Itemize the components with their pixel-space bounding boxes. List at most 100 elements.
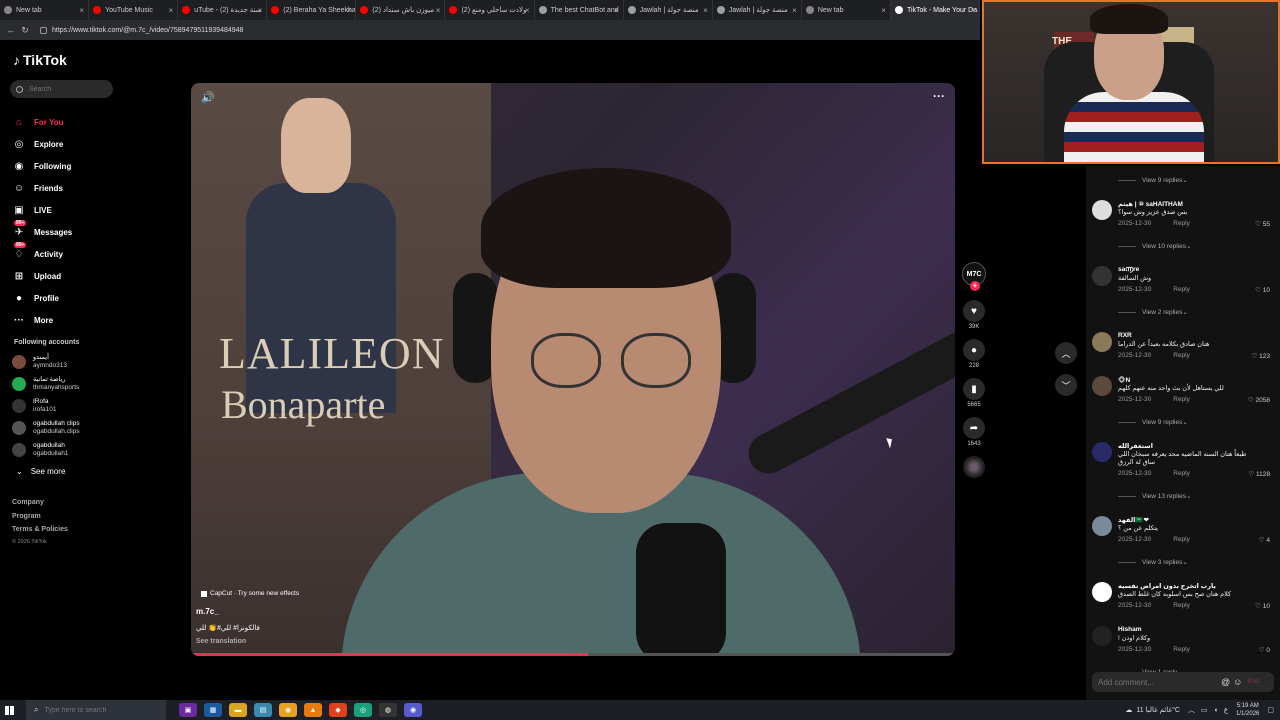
obs-icon[interactable]: ◍ [379,703,397,717]
footer-program-link[interactable]: Program [12,513,41,520]
commenter-avatar[interactable] [1092,516,1112,536]
reply-button[interactable]: Reply [1173,470,1190,477]
following-account[interactable]: أيمندو aymndo313 [12,352,67,372]
following-account[interactable]: ogabdullah ogabdullah1 [12,440,68,460]
weather-text[interactable]: غائم غالبا 11°C [1136,706,1180,714]
reply-button[interactable]: Reply [1173,352,1190,359]
url-field[interactable]: https://www.tiktok.com/@m.7c_/video/7589… [40,26,243,34]
add-comment-bar[interactable]: @ ☺ Post [1092,672,1274,692]
comment-like-button[interactable]: ♡ 2058 [1248,396,1270,404]
close-tab-icon[interactable]: × [258,6,263,15]
notifications-icon[interactable]: ▢ [1267,706,1274,714]
more-options-icon[interactable]: ··· [933,89,945,103]
commenter-name[interactable]: RXR [1118,332,1132,339]
browser-tab[interactable]: TikTok - Make Your Da × [890,0,980,20]
edge-icon[interactable]: ◎ [354,703,372,717]
browser-tab[interactable]: The best ChatBot and × [535,0,624,20]
commenter-name[interactable]: الفهد🇸🇦❤ [1118,516,1149,524]
view-replies-button[interactable]: View 13 replies ⌄ [1118,492,1191,500]
close-tab-icon[interactable]: × [703,6,708,15]
comment-like-button[interactable]: ♡ 55 [1255,220,1270,228]
url-text[interactable]: https://www.tiktok.com/@m.7c_/video/7589… [52,27,243,34]
save-button[interactable]: ▮ 5665 [960,378,988,408]
comment-like-button[interactable]: ♡ 10 [1255,602,1270,610]
brave-icon[interactable]: ◆ [329,703,347,717]
close-tab-icon[interactable]: × [436,6,441,15]
tiktok-logo[interactable]: ♪ TikTok [13,52,67,68]
post-button[interactable]: Post [1247,679,1259,685]
back-icon[interactable]: ← [4,25,18,35]
commenter-avatar[interactable] [1092,266,1112,286]
notepad-icon[interactable]: ▤ [254,703,272,717]
video-progress-bar[interactable] [191,653,955,656]
previous-video-button[interactable]: ︿ [1055,342,1077,364]
view-replies-button[interactable]: View 3 replies ⌄ [1118,558,1188,566]
following-account[interactable]: ogabdullah clips ogabdullah.clips [12,418,80,438]
close-tab-icon[interactable]: × [79,6,84,15]
close-tab-icon[interactable]: × [970,6,975,15]
add-comment-input[interactable] [1098,677,1218,687]
search-input[interactable] [29,85,99,93]
browser-tab[interactable]: (2) ولادت ساحلي ومنع × [445,0,535,20]
comment-like-button[interactable]: ♡ 0 [1259,646,1270,654]
folder-icon[interactable]: ▬ [229,703,247,717]
nav-item-profile[interactable]: ● Profile [12,290,59,306]
browser-tab[interactable]: uTube - (2) سنة جديدة × [178,0,268,20]
comment-like-button[interactable]: ♡ 4 [1259,536,1270,544]
browser-tab[interactable]: Jawlah | منصة جولة × [713,0,802,20]
commenter-name[interactable]: 🐵N [1118,376,1130,384]
volume-tray-icon[interactable]: ◖ [1214,707,1218,714]
creator-avatar-button[interactable]: M7C + [960,262,988,291]
video-username[interactable]: m.7c_ [196,607,219,616]
commenter-avatar[interactable] [1092,332,1112,352]
browser-tab[interactable]: (2) Beraha Ya Sheekha × [267,0,357,20]
reply-button[interactable]: Reply [1173,220,1190,227]
comment-icon[interactable]: ● [963,339,985,361]
commenter-avatar[interactable] [1092,626,1112,646]
mention-icon[interactable]: @ [1221,677,1230,687]
comment-like-button[interactable]: ♡ 10 [1255,286,1270,294]
view-replies-button[interactable]: View 10 replies ⌄ [1118,242,1191,250]
browser-tab[interactable]: Jawlah | منصة جولة × [624,0,713,20]
nav-item-explore[interactable]: ◎ Explore [12,136,64,152]
following-account[interactable]: IRofa irofa101 [12,396,57,416]
commenter-name[interactable]: استغفرالله [1118,442,1153,450]
bookmark-icon[interactable]: ▮ [963,378,985,400]
music-disc-icon[interactable] [963,456,985,478]
capcut-link[interactable]: CapCut · Try some new effects [201,590,299,597]
taskbar-search-input[interactable] [44,706,145,714]
site-info-icon[interactable] [40,26,47,34]
next-video-button[interactable]: ﹀ [1055,374,1077,396]
network-icon[interactable]: ▭ [1201,706,1208,714]
nav-item-friends[interactable]: ☺ Friends [12,180,63,196]
nav-item-more[interactable]: ··· More [12,312,53,328]
follow-plus-icon[interactable]: + [970,281,980,291]
close-tab-icon[interactable]: × [347,6,352,15]
footer-terms-link[interactable]: Terms & Policies [12,526,68,533]
reload-icon[interactable]: ↻ [18,25,32,36]
creator-avatar[interactable]: M7C + [962,262,986,291]
clock[interactable]: 5:19 AM 1/1/2026 [1236,702,1259,718]
footer-company-link[interactable]: Company [12,499,44,506]
browser-tab[interactable]: New tab × [802,0,891,20]
see-translation-link[interactable]: See translation [196,638,246,645]
commenter-avatar[interactable] [1092,442,1112,462]
music-button[interactable] [960,456,988,478]
browser-tab[interactable]: (2) ميوزن باش سنداد × [356,0,446,20]
search-box[interactable] [10,80,113,98]
nav-item-following[interactable]: ◉ Following [12,158,72,174]
browser-tab[interactable]: YouTube Music × [89,0,179,20]
share-button[interactable]: ➦ 1643 [960,417,988,447]
reply-button[interactable]: Reply [1173,396,1190,403]
view-replies-button[interactable]: View 9 replies ⌄ [1118,418,1188,426]
like-button[interactable]: ♥ 39K [960,300,988,330]
browser-tab[interactable]: New tab × [0,0,90,20]
nav-item-upload[interactable]: ⊞ Upload [12,268,61,284]
comment-button[interactable]: ● 228 [960,339,988,369]
close-tab-icon[interactable]: × [792,6,797,15]
language-indicator[interactable]: ع [1224,706,1228,714]
nav-item-live[interactable]: ▣ LIVE [12,202,52,218]
close-tab-icon[interactable]: × [525,6,530,15]
close-tab-icon[interactable]: × [881,6,886,15]
start-button[interactable] [0,700,18,720]
